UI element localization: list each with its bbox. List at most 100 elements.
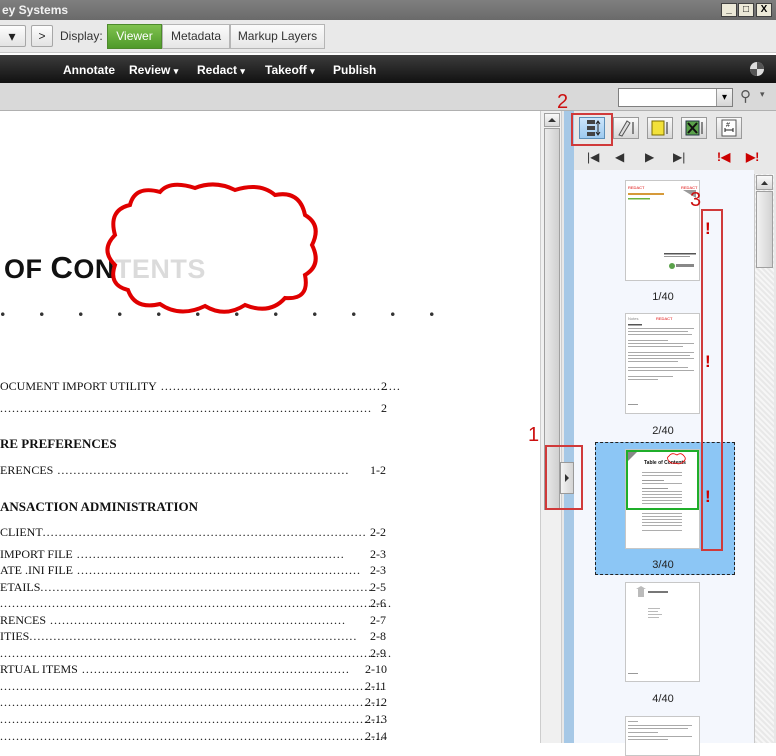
- panel-splitter[interactable]: [564, 111, 574, 743]
- page-thumbnail-3[interactable]: Table of Contents: [625, 449, 700, 549]
- search-dropdown[interactable]: ▾: [716, 89, 732, 106]
- annotation-box-2: [571, 113, 613, 146]
- toc-line-text: ATE .INI FILE: [0, 563, 73, 577]
- first-page-button[interactable]: |◀: [587, 150, 599, 164]
- toc-line-text: RTUAL ITEMS: [0, 662, 78, 676]
- chevron-down-icon: ▾: [310, 66, 315, 76]
- page-preview: [628, 721, 692, 740]
- thumb-scroll-thumb[interactable]: [756, 191, 773, 268]
- page-thumbnail-5[interactable]: [625, 716, 700, 756]
- page-thumbnail-1[interactable]: REDACT REDACT: [625, 180, 700, 281]
- menu-review-label: Review: [129, 63, 171, 77]
- chevron-down-icon[interactable]: ▾: [760, 89, 765, 100]
- menu-bar: Annotate Review ▾ Redact ▾ Takeoff ▾ Pub…: [0, 55, 776, 83]
- toc-line: RENCES .................................…: [0, 613, 347, 627]
- toc-page: 2-5: [370, 580, 386, 594]
- page-thumbnail-2[interactable]: Notes REDACT: [625, 313, 700, 414]
- next-button[interactable]: >: [31, 25, 53, 47]
- note-icon: [651, 120, 668, 136]
- toc-line: IMPORT FILE ............................…: [0, 547, 345, 561]
- display-label: Display:: [60, 29, 103, 43]
- toc-page: 2-7: [370, 613, 386, 627]
- toc-line-text: ITIES: [0, 629, 30, 643]
- toc-page: 2-6: [370, 596, 386, 610]
- page-preview: REDACT REDACT: [628, 185, 698, 269]
- tab-metadata[interactable]: Metadata: [162, 24, 230, 49]
- toc-line: ........................................…: [0, 401, 372, 415]
- toc-page: 2-10: [365, 662, 387, 676]
- toc-line-text: CLIENT: [0, 525, 43, 539]
- notes-tab[interactable]: [647, 117, 673, 139]
- next-page-button[interactable]: ▶: [645, 150, 654, 164]
- menu-takeoff[interactable]: Takeoff ▾: [265, 63, 315, 77]
- svg-text:REDACT: REDACT: [628, 185, 645, 190]
- toc-section: ANSACTION ADMINISTRATION: [0, 499, 199, 514]
- menu-annotate[interactable]: Annotate: [63, 63, 115, 77]
- menu-redact[interactable]: Redact ▾: [197, 63, 245, 77]
- tab-markup-layers[interactable]: Markup Layers: [230, 24, 325, 49]
- toc-line: ........................................…: [0, 679, 384, 693]
- toc-section: RE PREFERENCES: [0, 436, 117, 451]
- toc-line: ETAILS..................................…: [0, 580, 373, 594]
- takeoff-tab[interactable]: [681, 117, 707, 139]
- menu-publish[interactable]: Publish: [333, 63, 376, 77]
- markups-tab[interactable]: [613, 117, 639, 139]
- prev-page-button[interactable]: ◀: [615, 150, 624, 164]
- toc-page: 2-8: [370, 629, 386, 643]
- menu-redact-label: Redact: [197, 63, 238, 77]
- page-preview: [628, 586, 668, 674]
- svg-text:REDACT: REDACT: [656, 316, 673, 321]
- logo-icon: [750, 62, 764, 76]
- toc-line: ........................................…: [0, 646, 392, 660]
- thumbnail-label: 2/40: [652, 425, 674, 437]
- thumbnail-label: 3/40: [652, 559, 674, 571]
- cloud-markup[interactable]: [100, 180, 325, 320]
- next-flagged-button[interactable]: ▶!: [746, 150, 759, 164]
- minimize-button[interactable]: _: [721, 3, 737, 17]
- measure-tab[interactable]: #: [716, 117, 742, 139]
- toc-line-text: ETAILS: [0, 580, 41, 594]
- page-preview: Table of Contents: [626, 450, 699, 531]
- measure-icon: #: [721, 119, 737, 137]
- last-page-button[interactable]: ▶|: [673, 150, 685, 164]
- tab-viewer[interactable]: Viewer: [107, 24, 162, 49]
- takeoff-icon: [685, 120, 703, 136]
- annotation-number-3: 3: [690, 189, 702, 211]
- chevron-down-icon: ▾: [173, 66, 179, 76]
- arrow-up-icon: [548, 118, 556, 122]
- close-button[interactable]: X: [756, 3, 772, 17]
- scroll-up-button[interactable]: [544, 113, 560, 127]
- chevron-down-icon: ▾: [721, 92, 728, 103]
- menu-review[interactable]: Review ▾: [129, 63, 178, 77]
- toc-heading-of: OF: [4, 254, 43, 284]
- toc-page: 1-2: [370, 463, 386, 477]
- toc-page: 2-12: [365, 695, 387, 709]
- toc-page: 2-3: [370, 563, 386, 577]
- chevron-down-icon: ▾: [8, 28, 16, 44]
- toc-line: ........................................…: [0, 596, 392, 610]
- annotation-box-3: [701, 209, 723, 551]
- annotation-number-2: 2: [557, 91, 569, 113]
- document-viewer[interactable]: OF CONTENTS . . . . . . . . . . . . OCUM…: [0, 111, 540, 743]
- toc-line-text: IMPORT FILE: [0, 547, 73, 561]
- search-icon[interactable]: ⚲: [740, 87, 751, 105]
- prev-flagged-button[interactable]: !◀: [717, 150, 730, 164]
- toc-page: 2-3: [370, 547, 386, 561]
- thumbnail-label: 4/40: [652, 693, 674, 705]
- toc-heading-o: O: [73, 254, 95, 284]
- toc-heading-c: C: [50, 250, 74, 285]
- toc-page: 2-13: [365, 712, 387, 726]
- toc-line: RTUAL ITEMS ............................…: [0, 662, 350, 676]
- title-bar: ey Systems _ □ X: [0, 0, 776, 20]
- page-thumbnail-4[interactable]: [625, 582, 700, 682]
- thumbnail-label: 1/40: [652, 291, 674, 303]
- toc-line: OCUMENT IMPORT UTILITY .................…: [0, 379, 401, 393]
- toc-line-text: ERENCES: [0, 463, 54, 477]
- toc-page: 2: [381, 401, 387, 415]
- chevron-down-icon: ▾: [240, 66, 245, 76]
- thumb-scroll-up-button[interactable]: [756, 175, 773, 190]
- toc-line: ITIES...................................…: [0, 629, 358, 643]
- toc-line: ATE .INI FILE ..........................…: [0, 563, 361, 577]
- maximize-button[interactable]: □: [738, 3, 754, 17]
- view-dropdown[interactable]: ▾: [0, 25, 26, 47]
